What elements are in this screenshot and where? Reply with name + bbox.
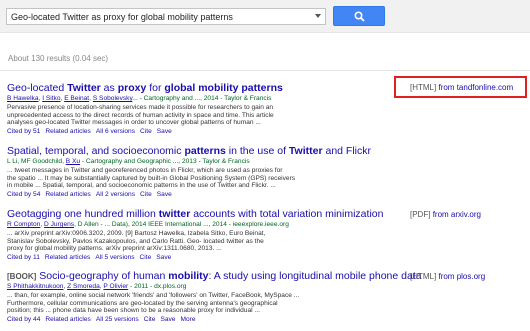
related-articles-link[interactable]: Related articles [45,254,90,261]
result-meta: B Hawelka, I Sitko, E Beinat, S Sobolevs… [7,95,272,102]
save-link[interactable]: Save [157,128,172,135]
author-link[interactable]: Z Smoreda [67,283,100,290]
author-link[interactable]: D Jurgens [44,221,74,228]
cited-by-link[interactable]: Cited by 11 [7,254,40,261]
result-meta: R Compton, D Jurgens, D Allen - ... Data… [7,221,289,228]
highlight-box [394,76,527,98]
results-count: About 130 results (0.04 sec) [8,54,109,63]
versions-link[interactable]: All 6 versions [96,128,135,135]
author-link[interactable]: R Compton [7,221,40,228]
related-articles-link[interactable]: Related articles [45,191,90,198]
result-title-link[interactable]: Spatial, temporal, and socioeconomic pat… [7,145,402,158]
versions-link[interactable]: All 2 versions [96,191,135,198]
dropdown-arrow-icon[interactable] [315,14,321,18]
result-snippet: Pervasive presence of location-sharing s… [7,104,274,127]
result-meta: L Li, MF Goodchild, B Xu - Cartography a… [7,158,250,165]
cited-by-link[interactable]: Cited by 44 [7,316,40,323]
more-link[interactable]: More [180,316,195,323]
author-link[interactable]: I Sitko [42,95,60,102]
cite-link[interactable]: Cite [140,191,152,198]
versions-link[interactable]: All 5 versions [95,254,134,261]
result-meta: S Phithakkitnukoon, Z Smoreda, P Olivier… [7,283,187,290]
cite-link[interactable]: Cite [140,254,152,261]
save-link[interactable]: Save [160,316,175,323]
versions-link[interactable]: All 25 versions [96,316,139,323]
author-link[interactable]: B Hawelka [7,95,39,102]
search-input[interactable] [11,9,303,24]
author-link[interactable]: S Phithakkitnukoon [7,283,63,290]
result-snippet: ... than, for example, online social net… [7,292,300,315]
fulltext-link[interactable]: [PDF] from arxiv.org [410,210,481,219]
author-link[interactable]: E Beinat [64,95,89,102]
cite-link[interactable]: Cite [140,128,152,135]
result-links: Cited by 44 Related articles All 25 versio… [7,315,402,324]
search-button[interactable] [333,6,385,26]
cite-link[interactable]: Cite [144,316,156,323]
related-articles-link[interactable]: Related articles [45,128,90,135]
result-item: Spatial, temporal, and socioeconomic pat… [7,145,402,199]
search-header [0,0,530,33]
book-tag: [BOOK] [7,272,37,281]
save-link[interactable]: Save [157,191,172,198]
result-links: Cited by 51 Related articles All 6 version… [7,127,402,136]
result-item: Geotagging one hundred million twitter a… [7,208,402,262]
result-links: Cited by 54 Related articles All 2 version… [7,190,402,199]
result-title-link[interactable]: [BOOK] Socio-geography of human mobility… [7,270,422,283]
result-item: Geo-located Twitter as proxy for global … [7,82,402,136]
result-snippet: ... tweet messages in Twitter and georef… [7,167,296,190]
divider [0,70,530,71]
author-link[interactable]: B Xu [66,158,80,165]
author-link[interactable]: P Olivier [103,283,128,290]
result-item: [BOOK] Socio-geography of human mobility… [7,270,422,324]
search-icon [354,11,365,22]
search-box[interactable] [6,8,326,25]
result-snippet: ... arXiv preprint arXiv:0906.3202, 2009… [7,230,266,253]
fulltext-link[interactable]: [HTML] from plos.org [410,272,485,281]
related-articles-link[interactable]: Related articles [45,316,90,323]
result-title-link[interactable]: Geotagging one hundred million twitter a… [7,208,402,221]
save-link[interactable]: Save [156,254,171,261]
author-link[interactable]: S Sobolevsky [93,95,132,102]
result-links: Cited by 11 Related articles All 5 version… [7,253,402,262]
cited-by-link[interactable]: Cited by 51 [7,128,40,135]
result-title-link[interactable]: Geo-located Twitter as proxy for global … [7,82,402,95]
cited-by-link[interactable]: Cited by 54 [7,191,40,198]
